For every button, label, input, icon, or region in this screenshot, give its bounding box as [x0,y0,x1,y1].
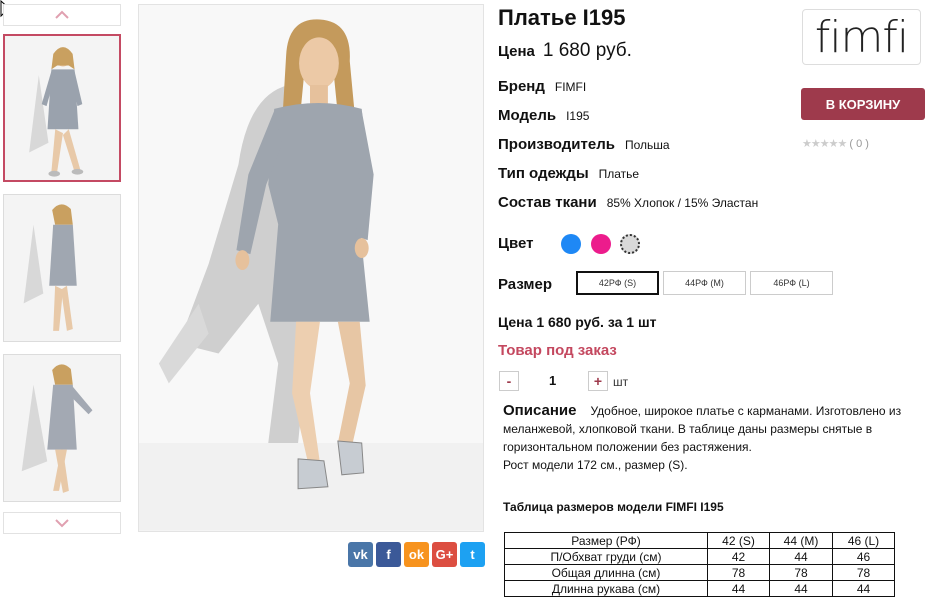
table-cell: 78 [707,564,770,581]
table-cell: 42 [707,548,770,565]
google-plus-share-icon[interactable]: G+ [432,542,457,567]
rating-count: ( 0 ) [849,138,869,150]
thumbnail-front[interactable] [3,34,121,182]
prop-label: Состав ткани [498,194,597,211]
order-status: Товар под заказ [498,342,617,359]
thumbnail-photo-pose [4,355,120,501]
prop-model: Модель I195 [498,107,589,124]
add-to-cart-button[interactable]: В КОРЗИНУ [801,88,925,120]
prop-label: Бренд [498,78,545,95]
table-cell: 46 (L) [832,532,895,549]
table-cell: 44 [832,580,895,597]
prop-label: Тип одежды [498,165,589,182]
social-share-bar: vk f ok G+ t [348,542,485,567]
product-title: Платье I195 [498,5,626,30]
vk-share-icon[interactable]: vk [348,542,373,567]
color-swatch-blue[interactable] [561,234,581,254]
table-cell: П/Обхват груди (см) [504,548,708,565]
size-option-m[interactable]: 44РФ (M) [663,271,746,295]
table-cell: 46 [832,548,895,565]
thumbnail-pose[interactable] [3,354,121,502]
description-extra: Рост модели 172 см., размер (S). [503,458,688,472]
prop-value: 85% Хлопок / 15% Эластан [606,196,759,210]
prop-fabric: Состав ткани 85% Хлопок / 15% Эластан [498,194,758,211]
thumbnail-side[interactable] [3,194,121,342]
prop-value: FIMFI [554,80,587,94]
table-cell: 44 [707,580,770,597]
thumbnail-gallery [3,4,122,534]
color-swatch-grey[interactable] [620,234,640,254]
thumbnail-photo-front [5,36,119,180]
table-row: Общая длинна (см) 78 78 78 [504,564,895,581]
size-label: Размер [498,276,553,293]
brand-logo[interactable]: fimfi [802,9,921,65]
facebook-share-icon[interactable]: f [376,542,401,567]
prop-label: Модель [498,107,557,124]
prop-clothing-type: Тип одежды Платье [498,165,639,182]
thumbnail-scroll-down-button[interactable] [3,512,121,534]
size-option-s[interactable]: 42РФ (S) [576,271,659,295]
description-heading: Описание [503,402,577,419]
table-header-row: Размер (РФ) 42 (S) 44 (M) 46 (L) [504,532,895,549]
quantity-increase-button[interactable]: + [588,371,608,391]
odnoklassniki-share-icon[interactable]: ok [404,542,429,567]
table-cell: 44 [769,580,833,597]
quantity-decrease-button[interactable]: - [499,371,519,391]
description: Описание Удобное, широкое платье с карман… [503,402,932,474]
price-value: 1 680 руб. [542,40,632,61]
prop-manufacturer: Производитель Польша [498,136,670,153]
color-swatch-pink[interactable] [591,234,611,254]
rating-stars-icon[interactable]: ★★★★★ [802,138,847,150]
size-table-title: Таблица размеров модели FIMFI I195 [503,500,724,514]
table-row: Длинна рукава (см) 44 44 44 [504,580,895,597]
thumbnail-photo-side [4,195,120,341]
prop-brand: Бренд FIMFI [498,78,586,95]
table-cell: Общая длинна (см) [504,564,708,581]
chevron-down-icon [55,519,69,528]
table-cell: 42 (S) [707,532,770,549]
thumbnail-scroll-up-button[interactable] [3,4,121,26]
main-product-photo[interactable] [138,4,484,532]
table-row: П/Обхват груди (см) 42 44 46 [504,548,895,565]
chevron-up-icon [55,10,69,19]
table-cell: 78 [832,564,895,581]
table-cell: 44 (M) [769,532,833,549]
prop-value: Польша [624,138,670,152]
table-cell: 78 [769,564,833,581]
price-per-unit: Цена 1 680 руб. за 1 шт [498,314,657,330]
table-cell: Длинна рукава (см) [504,580,708,597]
rating[interactable]: ★★★★★ ( 0 ) [802,137,869,150]
size-table: Размер (РФ) 42 (S) 44 (M) 46 (L) П/Обхва… [504,532,895,597]
prop-value: Платье [598,167,640,181]
twitter-share-icon[interactable]: t [460,542,485,567]
quantity-input[interactable]: 1 [549,373,556,388]
price-label: Цена [498,43,535,60]
size-option-l[interactable]: 46РФ (L) [750,271,833,295]
price-line: Цена 1 680 руб. [498,40,632,62]
quantity-unit: шт [613,375,629,389]
prop-value: I195 [566,109,590,123]
table-cell: 44 [769,548,833,565]
prop-label: Производитель [498,136,615,153]
table-cell: Размер (РФ) [504,532,708,549]
color-label: Цвет [498,235,534,252]
product-photo-model [139,5,483,531]
